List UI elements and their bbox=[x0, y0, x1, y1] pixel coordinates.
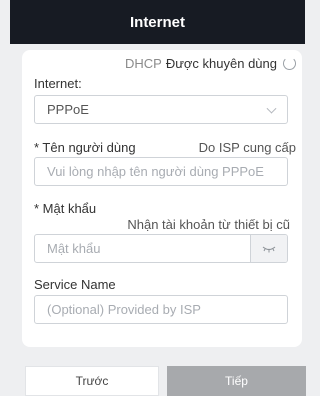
dhcp-label[interactable]: DHCP bbox=[125, 56, 162, 71]
username-input-field[interactable] bbox=[34, 157, 288, 186]
internet-type-value: PPPoE bbox=[47, 102, 89, 117]
page-header: Internet bbox=[10, 0, 305, 44]
next-button[interactable]: Tiếp bbox=[167, 366, 306, 396]
eye-closed-icon[interactable] bbox=[250, 235, 287, 262]
recommended-label: Được khuyên dùng bbox=[165, 56, 277, 71]
internet-label: Internet: bbox=[34, 76, 82, 91]
password-input-field[interactable] bbox=[34, 234, 288, 263]
username-input[interactable] bbox=[47, 164, 287, 179]
username-label: * Tên người dùng bbox=[34, 140, 136, 155]
internet-type-select[interactable]: PPPoE bbox=[34, 95, 288, 124]
password-import-link[interactable]: Nhận tài khoản từ thiết bị cũ bbox=[127, 217, 290, 232]
password-label: * Mật khẩu bbox=[34, 201, 97, 216]
dhcp-hint[interactable]: DHCP Được khuyên dùng bbox=[125, 56, 296, 71]
service-name-input-field[interactable] bbox=[34, 295, 288, 324]
previous-button-label: Trước bbox=[75, 374, 109, 388]
refresh-icon[interactable] bbox=[283, 57, 296, 70]
next-button-label: Tiếp bbox=[225, 374, 248, 388]
chevron-down-icon[interactable] bbox=[266, 103, 277, 114]
previous-button[interactable]: Trước bbox=[25, 366, 159, 396]
service-name-label: Service Name bbox=[34, 277, 116, 292]
username-hint: Do ISP cung cấp bbox=[198, 140, 296, 155]
form-card: DHCP Được khuyên dùng Internet: PPPoE * … bbox=[22, 50, 302, 347]
page-title: Internet bbox=[129, 13, 185, 31]
service-name-input[interactable] bbox=[47, 302, 287, 317]
